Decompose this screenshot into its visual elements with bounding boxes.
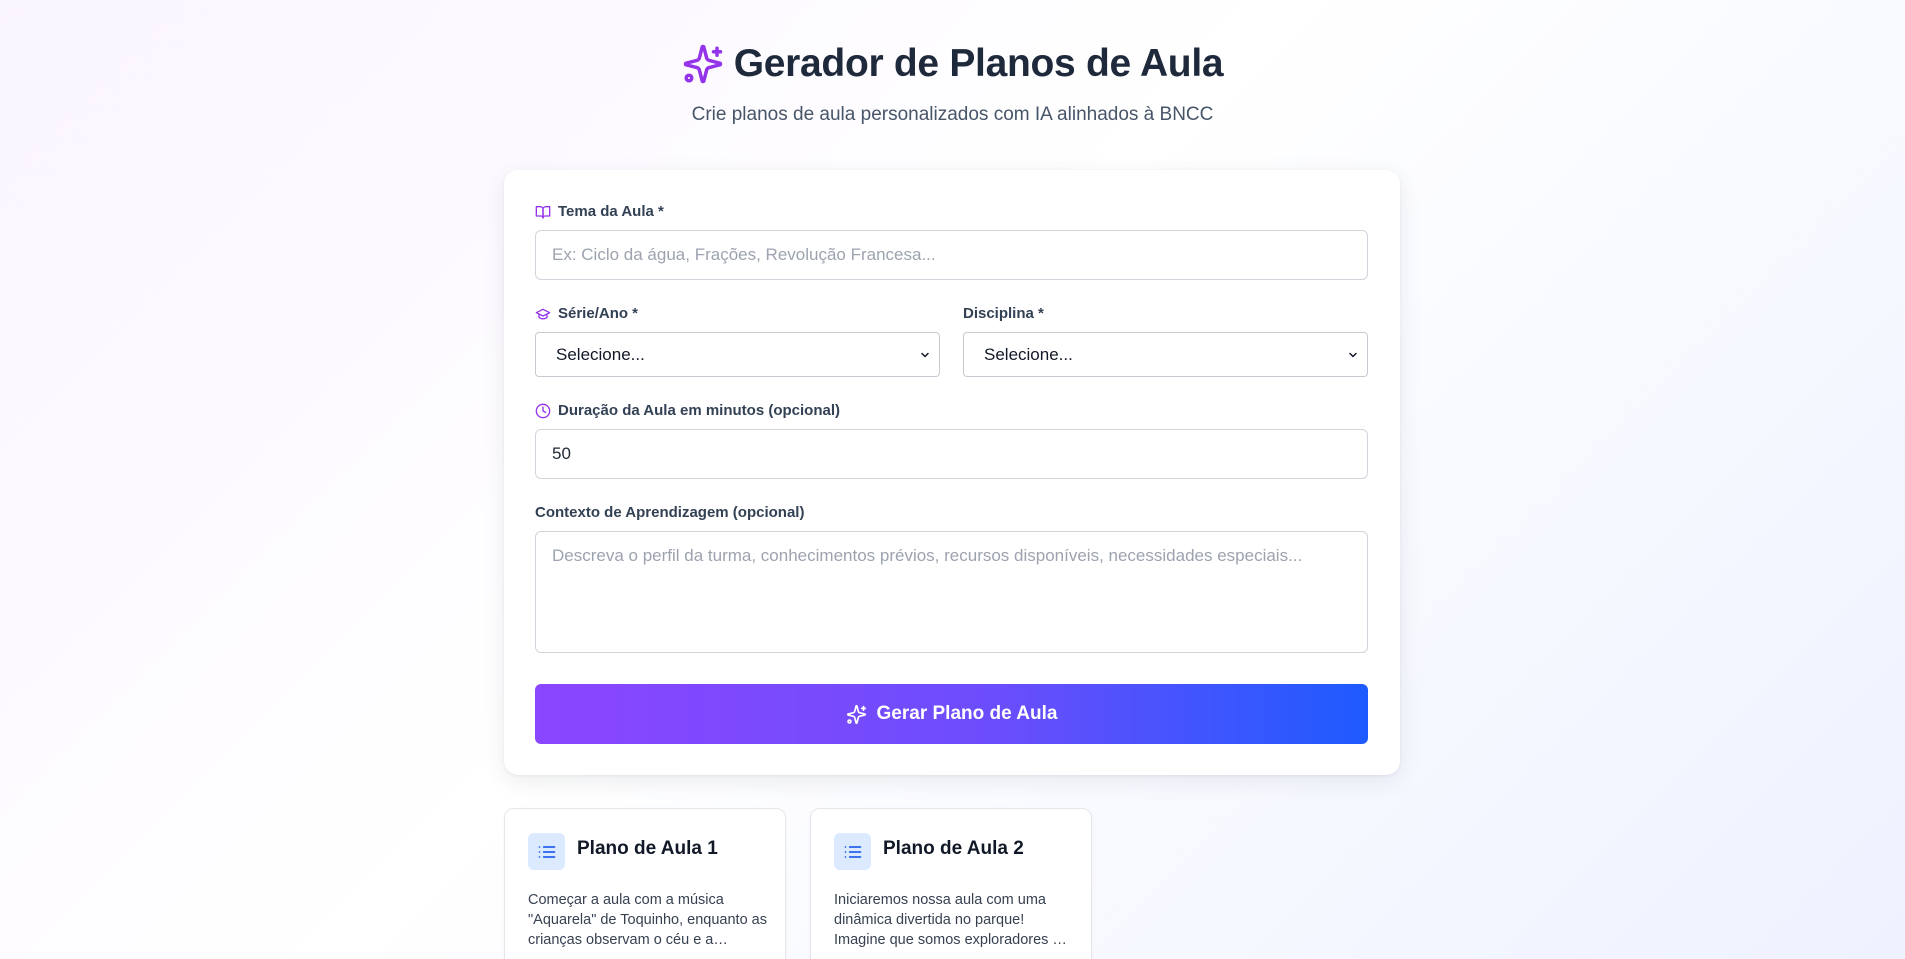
- chevron-down-icon: [1349, 352, 1357, 357]
- page-title: Gerador de Planos de Aula: [733, 42, 1224, 85]
- serie-select[interactable]: Selecione...: [535, 332, 940, 377]
- tema-input[interactable]: Ex: Ciclo da água, Frações, Revolução Fr…: [535, 230, 1368, 280]
- contexto-placeholder: Descreva o perfil da turma, conhecimento…: [552, 546, 1303, 565]
- clock-icon: [535, 403, 551, 418]
- gerar-plano-label: Gerar Plano de Aula: [876, 703, 1058, 724]
- graduation-cap-icon: [535, 308, 551, 319]
- book-open-icon: [535, 205, 551, 219]
- duracao-value: 50: [552, 444, 571, 463]
- page-subtitle: Crie planos de aula personalizados com I…: [691, 104, 1214, 125]
- plan-description: Iniciaremos nossa aula com uma dinâmica …: [834, 892, 1067, 948]
- tema-label-text: Tema da Aula *: [558, 203, 664, 220]
- tema-label: Tema da Aula *: [535, 203, 664, 220]
- tema-placeholder: Ex: Ciclo da água, Frações, Revolução Fr…: [552, 245, 936, 264]
- contexto-textarea[interactable]: Descreva o perfil da turma, conhecimento…: [535, 531, 1368, 653]
- plan-title: Plano de Aula 2: [883, 838, 1024, 859]
- serie-label: Série/Ano *: [535, 305, 638, 322]
- duracao-input[interactable]: 50: [535, 429, 1368, 479]
- serie-selected: Selecione...: [556, 344, 645, 364]
- contexto-label: Contexto de Aprendizagem (opcional): [535, 504, 804, 521]
- chevron-down-icon: [921, 352, 929, 357]
- plan-title: Plano de Aula 1: [577, 838, 718, 859]
- plan-card-1[interactable]: Plano de Aula 1 Começar a aula com a mús…: [504, 808, 786, 959]
- sparkles-icon: [846, 704, 866, 724]
- disciplina-select[interactable]: Selecione...: [963, 332, 1368, 377]
- duracao-label: Duração da Aula em minutos (opcional): [535, 402, 840, 419]
- duracao-label-text: Duração da Aula em minutos (opcional): [558, 402, 840, 419]
- plan-card-2[interactable]: Plano de Aula 2 Iniciaremos nossa aula c…: [810, 808, 1092, 959]
- plan-icon: [528, 833, 565, 870]
- disciplina-label-text: Disciplina *: [963, 305, 1044, 322]
- gerar-plano-button[interactable]: Gerar Plano de Aula: [535, 684, 1368, 744]
- disciplina-label: Disciplina *: [963, 305, 1044, 322]
- page-header: Gerador de Planos de Aula Crie planos de…: [0, 42, 1905, 126]
- plan-icon: [834, 833, 871, 870]
- list-icon: [844, 845, 861, 858]
- contexto-label-text: Contexto de Aprendizagem (opcional): [535, 504, 805, 521]
- lesson-plan-form: Tema da Aula * Ex: Ciclo da água, Fraçõe…: [504, 170, 1400, 775]
- list-icon: [538, 845, 555, 858]
- disciplina-selected: Selecione...: [984, 344, 1073, 364]
- sparkles-icon: [683, 44, 722, 84]
- serie-label-text: Série/Ano *: [558, 305, 639, 322]
- title-row: Gerador de Planos de Aula: [682, 42, 1224, 86]
- plan-description: Começar a aula com a música "Aquarela" d…: [528, 892, 767, 948]
